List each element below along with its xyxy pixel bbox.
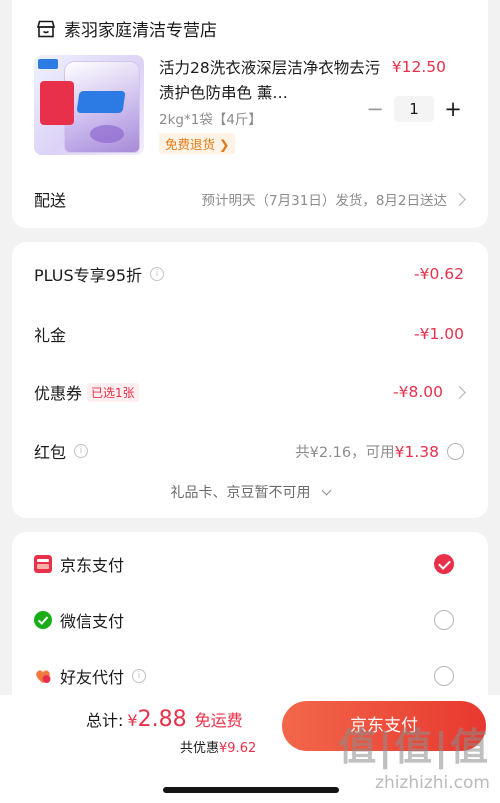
order-item-card: 素羽家庭清洁专营店 活力28洗衣液深层洁净衣物去污渍护色防串色 薰… 2kg*1… [12,0,488,228]
payment-method-wechat[interactable]: 微信支付 [34,608,454,632]
red-packet-total: 共¥2.16，可用 [295,444,395,461]
discounts-card: PLUS专享95折 i -¥0.62 礼金 -¥1.00 优惠券 已选1张 -¥… [12,242,488,518]
increase-button[interactable]: + [442,97,464,121]
product-title[interactable]: 活力28洗衣液深层洁净衣物去污渍护色防串色 薰… [159,56,381,106]
home-indicator[interactable] [163,787,339,793]
store-icon [36,20,56,37]
coupon-amount: -¥8.00 [393,383,443,401]
quantity-stepper: − 1 + [364,96,464,122]
chevron-right-icon [453,192,466,206]
payment-label: 微信支付 [60,612,125,631]
friend-pay-icon [36,670,51,683]
chevron-right-icon [453,385,466,399]
coupon-selected-chip: 已选1张 [87,382,139,402]
store-name: 素羽家庭清洁专营店 [64,21,217,41]
gift-money-label: 礼金 [34,326,67,345]
shipping-row[interactable]: 配送 预计明天（7月31日）发货，8月2日送达 [34,187,466,211]
info-icon[interactable]: i [132,669,147,683]
total-currency: ¥ [127,711,138,730]
info-icon[interactable]: i [150,267,164,281]
selected-check-icon[interactable] [434,554,454,574]
red-packet-label: 红包 [34,443,67,462]
gift-card-unavailable-text: 礼品卡、京豆暂不可用 [170,485,311,501]
coupon-label: 优惠券 [34,384,83,403]
quantity-value[interactable]: 1 [394,96,434,122]
free-shipping-text: 免运费 [194,711,243,730]
wechat-pay-icon [34,611,52,629]
decrease-button[interactable]: − [364,97,386,121]
coupon-row[interactable]: 优惠券 已选1张 -¥8.00 [34,380,466,404]
gift-card-unavailable[interactable]: 礼品卡、京豆暂不可用 [12,482,488,502]
total-savings[interactable]: 共优惠¥9.62 [180,737,256,756]
payment-label: 好友代付 [60,668,125,687]
shipping-estimate: 预计明天（7月31日）发货，8月2日送达 [201,193,447,209]
gift-money-row: 礼金 -¥1.00 [34,322,464,346]
savings-label: 共优惠 [180,741,220,756]
payment-method-friend[interactable]: 好友代付 i [34,664,454,688]
free-return-badge[interactable]: 免费退货 ❯ [159,133,236,154]
product-price: ¥12.50 [391,58,446,76]
red-packet-usable: ¥1.38 [394,442,439,461]
submit-pay-button[interactable]: 京东支付 [282,701,486,751]
wechat-pay-radio[interactable] [434,610,454,630]
total-amount: 2.88 [137,707,187,732]
total-label: 总计: [86,711,124,730]
payment-methods-card: 京东支付 微信支付 好友代付 i [12,532,488,722]
order-total: 总计: ¥ 2.88 免运费 [86,707,243,732]
savings-amount: ¥9.62 [219,741,257,756]
gift-money-amount: -¥1.00 [414,325,464,343]
shipping-label: 配送 [34,191,67,210]
store-header[interactable]: 素羽家庭清洁专营店 [36,16,217,41]
jd-pay-icon [34,555,52,573]
plus-discount-label: PLUS专享95折 [34,266,142,285]
payment-method-jd[interactable]: 京东支付 [34,552,454,576]
red-packet-row[interactable]: 红包 i 共¥2.16，可用¥1.38 [34,439,464,463]
friend-pay-radio[interactable] [434,666,454,686]
product-spec[interactable]: 2kg*1袋【4斤】 [159,108,262,128]
red-packet-radio[interactable] [447,442,464,460]
checkout-footer: 总计: ¥ 2.88 免运费 共优惠¥9.62 京东支付 [0,695,500,803]
chevron-down-icon [321,485,331,496]
product-thumbnail[interactable] [34,55,144,155]
payment-label: 京东支付 [60,556,125,575]
info-icon[interactable]: i [74,444,89,458]
plus-discount-amount: -¥0.62 [414,265,464,283]
plus-discount-row: PLUS专享95折 i -¥0.62 [34,262,464,286]
